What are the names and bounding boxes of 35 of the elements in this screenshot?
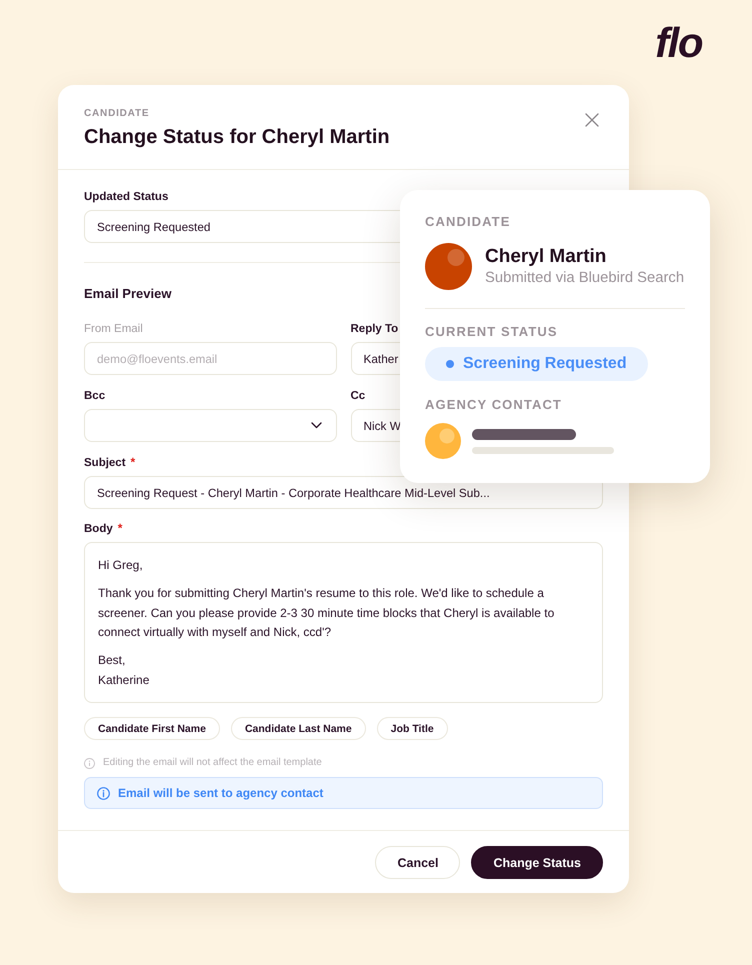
avatar-icon: [425, 243, 472, 290]
field-label: Cc: [350, 389, 366, 404]
required-mark: *: [130, 455, 136, 469]
close-icon: [585, 113, 599, 127]
dialog-title: Change Status for Cheryl Martin: [84, 125, 390, 149]
cancel-button[interactable]: Cancel: [375, 846, 460, 879]
body-field[interactable]: Hi Greg, Thank you for submitting Cheryl Martin's resume to this role. We'd like to schedule a screener. Can you please provide 2-3 30 minute time blocks that Cheryl is available to connect virtually with myself and Nick, ccd'? Best, Katherine: [84, 542, 603, 703]
field-label: Body: [84, 522, 113, 537]
field-label: Bcc: [84, 389, 106, 404]
required-mark: *: [118, 521, 122, 535]
field-label: Reply To: [350, 322, 398, 337]
candidate-name: Cheryl Martin: [485, 246, 606, 268]
hint-text: Editing the email will not affect the email template: [103, 756, 322, 770]
variable-chip[interactable]: Candidate Last Name: [230, 717, 366, 740]
section-label: CANDIDATE: [425, 214, 510, 230]
info-icon: [84, 758, 95, 768]
status-text: Screening Requested: [463, 355, 627, 373]
chevron-down-icon: [310, 422, 322, 429]
close-button[interactable]: [585, 113, 599, 127]
section-label: CURRENT STATUS: [425, 324, 558, 340]
notice-text: Email will be sent to agency contact: [118, 786, 324, 800]
section-heading: Email Preview: [84, 285, 172, 303]
dialog-eyebrow: CANDIDATE: [84, 107, 150, 121]
variable-chip[interactable]: Job Title: [376, 717, 448, 740]
field-label: Updated Status: [84, 190, 168, 205]
field-label: From Email: [84, 322, 143, 337]
variable-chip[interactable]: Candidate First Name: [84, 717, 220, 740]
field-label: Subject: [84, 456, 126, 471]
status-dot-icon: [446, 360, 454, 368]
info-icon: [97, 786, 110, 800]
avatar-icon: [425, 423, 461, 459]
dropdown-field[interactable]: [84, 409, 336, 442]
change-status-button[interactable]: Change Status: [471, 846, 603, 879]
candidate-source: Submitted via Bluebird Search: [485, 268, 684, 288]
brand-logo: flo: [655, 20, 702, 66]
